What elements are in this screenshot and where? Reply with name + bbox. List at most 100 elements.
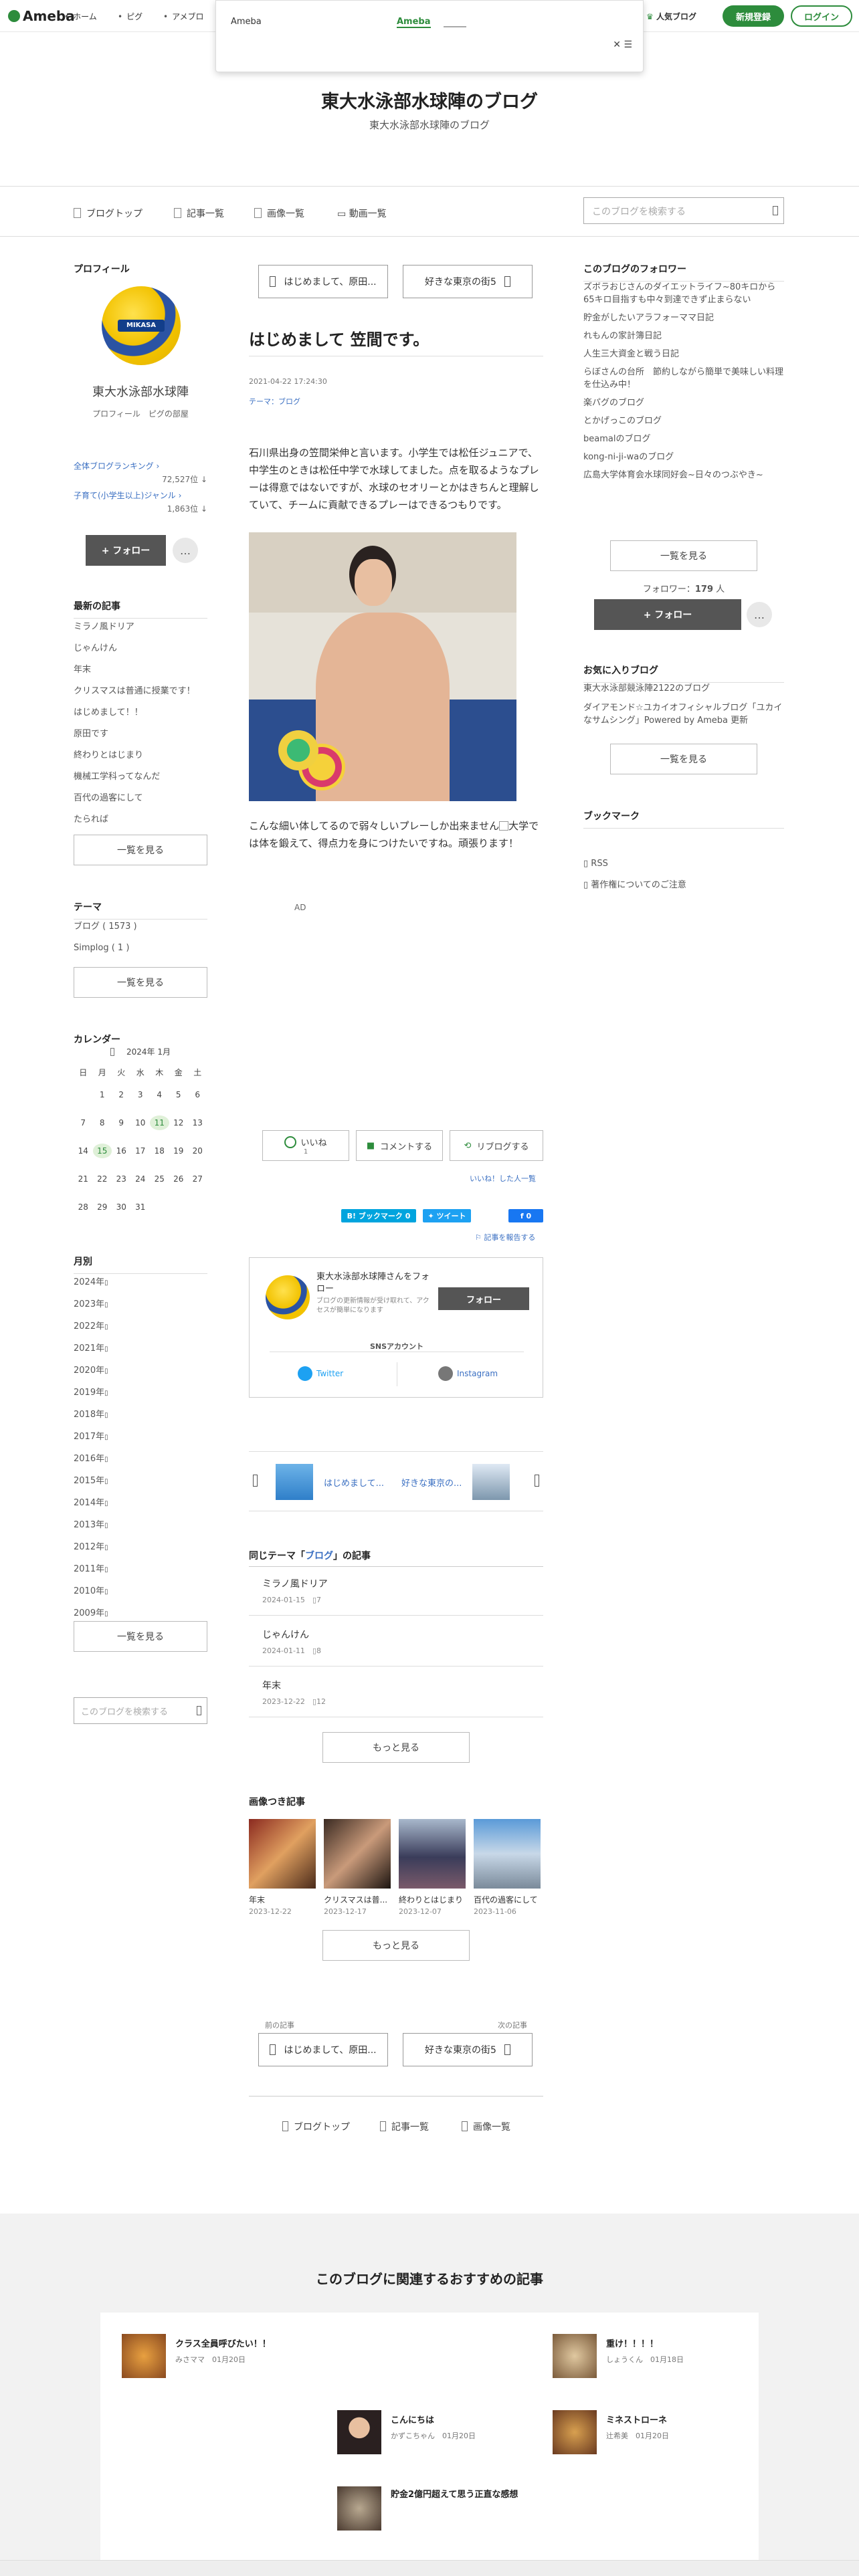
mini-next-entry[interactable]: 好きな東京の... [401,1464,510,1500]
profile-link[interactable]: プロフィール [92,409,140,419]
expand-icon[interactable]: ▯ [104,1346,108,1353]
popup-close-icon[interactable]: ✕ ☰ [613,39,632,50]
expand-icon[interactable]: ▯ [104,1279,108,1287]
favorite-blog[interactable]: 東大水泳部競泳陣2122のブログ [583,683,710,693]
blognav-top[interactable]: ブログトップ [74,207,142,220]
article-theme-link[interactable]: テーマ：ブログ [249,396,300,407]
expand-icon[interactable]: ▯ [104,1434,108,1441]
same-theme-link[interactable]: ブログ [305,1551,333,1562]
hatena-bookmark-button[interactable]: B! ブックマーク 0 [341,1209,416,1222]
calendar-day[interactable]: 22 [93,1174,112,1184]
rec-thumb[interactable] [122,2334,166,2378]
image-posts-more-button[interactable]: もっと見る [322,1930,470,1961]
blognav-images[interactable]: 画像一覧 [254,207,304,220]
search-icon[interactable] [197,1706,201,1715]
mini-prev-entry[interactable]: はじめまして... [276,1464,384,1500]
expand-icon[interactable]: ▯ [104,1566,108,1574]
monthly-item[interactable]: 2019年▯ [74,1382,207,1404]
monthly-item[interactable]: 2022年▯ [74,1316,207,1338]
follower-blog[interactable]: 広島大学体育会水球同好会~日々のつぶやき~ [583,469,784,481]
right-follow-button[interactable]: + フォロー [594,599,741,630]
monthly-item[interactable]: 2021年▯ [74,1338,207,1360]
followers-more-button[interactable]: 一覧を見る [610,540,757,571]
instagram-link[interactable]: Instagram [438,1366,498,1381]
overall-ranking-link[interactable]: 全体ブログランキング › [74,460,159,471]
calendar-day[interactable]: 11 [150,1115,169,1130]
expand-icon[interactable]: ▯ [104,1323,108,1331]
signup-button[interactable]: 新規登録 [723,5,784,27]
report-link[interactable]: ⚐ 記事を報告する [475,1232,535,1243]
prev-entry-top[interactable]: はじめまして、原田... [258,265,388,298]
prev-month-icon[interactable] [110,1048,114,1056]
image-post-thumb[interactable] [249,1819,316,1889]
expand-icon[interactable]: ▯ [104,1301,108,1309]
expand-icon[interactable]: ▯ [104,1368,108,1375]
popular-blogs-link[interactable]: ♛ 人気ブログ [646,11,696,22]
calendar-day[interactable]: 23 [112,1174,131,1184]
same-theme-item[interactable]: 年末 2023-12-22 ▯12 [249,1672,543,1717]
expand-icon[interactable]: ▯ [104,1500,108,1507]
like-list-link[interactable]: いいね！した人一覧 [470,1173,536,1184]
blog-title[interactable]: 東大水泳部水球陣のブログ [0,87,859,113]
rss-link[interactable]: ▯ RSS [583,859,608,869]
comment-button[interactable]: ■ コメントする [356,1130,443,1161]
next-arrow-icon[interactable] [535,1475,539,1487]
blognav-entries[interactable]: 記事一覧 [174,207,224,220]
nav-home[interactable]: ホーム [64,11,97,22]
login-button[interactable]: ログイン [791,5,852,27]
image-post-thumb[interactable] [474,1819,541,1889]
follower-blog[interactable]: 貯金がしたいアラフォーママ日記 [583,312,784,324]
follower-blog[interactable]: kong-ni-ji-waのブログ [583,451,784,463]
calendar-day[interactable]: 26 [169,1174,189,1184]
rec-title[interactable]: 貯金2億円超えて思う正直な感想 [391,2489,545,2501]
rec-thumb[interactable] [337,2486,381,2531]
calendar-day[interactable]: 20 [188,1146,207,1156]
expand-icon[interactable]: ▯ [104,1456,108,1463]
calendar-day[interactable]: 6 [188,1090,207,1099]
recent-item[interactable]: 年末 [74,665,91,675]
follower-blog[interactable]: ズボラおじさんのダイエットライフ~80キロから65キロ目指すも中々到達できず止ま… [583,281,784,306]
calendar-day[interactable]: 24 [131,1174,151,1184]
follower-blog[interactable]: 人生三大資金と戦う日記 [583,348,784,360]
rec-title[interactable]: こんにちは [391,2413,434,2426]
blognav-videos[interactable]: ▭ 動画一覧 [337,207,387,220]
recent-item[interactable]: 原田です [74,729,108,739]
monthly-item[interactable]: 2010年▯ [74,1581,207,1603]
nav-ameblo[interactable]: アメブロ [163,11,203,22]
nav-pigg[interactable]: ピグ [118,11,142,22]
calendar-day[interactable]: 10 [131,1118,151,1128]
popup-ameba-tab[interactable]: Ameba [397,17,431,28]
monthly-item[interactable]: 2020年▯ [74,1360,207,1382]
more-options-icon[interactable]: … [173,538,198,563]
follower-blog[interactable]: beamalのブログ [583,433,784,445]
sidebar-search-input[interactable]: このブログを検索する [74,1697,207,1724]
image-post-thumb[interactable] [324,1819,391,1889]
expand-icon[interactable]: ▯ [104,1610,108,1618]
footer-blog-top[interactable]: ブログトップ [282,2120,350,2133]
copyright-link[interactable]: ▯ 著作権についてのご注意 [583,877,686,890]
image-post-title[interactable]: 終わりとはじまり [399,1894,466,1905]
same-theme-more-button[interactable]: もっと見る [322,1732,470,1763]
monthly-item[interactable]: 2017年▯ [74,1426,207,1448]
calendar-day[interactable]: 25 [150,1174,169,1184]
calendar-day[interactable]: 1 [93,1090,112,1099]
prev-entry-bottom[interactable]: はじめまして、原田... [258,2033,388,2066]
monthly-item[interactable]: 2016年▯ [74,1448,207,1471]
expand-icon[interactable]: ▯ [104,1390,108,1397]
recent-item[interactable]: じゃんけん [74,643,117,653]
expand-icon[interactable]: ▯ [104,1522,108,1529]
monthly-item[interactable]: 2013年▯ [74,1515,207,1537]
monthly-item[interactable]: 2012年▯ [74,1537,207,1559]
calendar-day[interactable]: 15 [92,1144,112,1158]
monthly-item[interactable]: 2024年▯ [74,1272,207,1294]
profile-name[interactable]: 東大水泳部水球陣 [74,383,207,400]
calendar-day[interactable]: 12 [169,1118,189,1128]
calendar-day[interactable]: 14 [74,1146,93,1156]
expand-icon[interactable]: ▯ [104,1588,108,1596]
calendar-day[interactable]: 19 [169,1146,189,1156]
genre-ranking-link[interactable]: 子育て(小学生以上)ジャンル › [74,490,181,501]
calendar-day[interactable]: 4 [150,1090,169,1099]
recent-item[interactable]: 百代の過客にして [74,793,143,803]
calendar-day[interactable]: 27 [188,1174,207,1184]
profile-avatar[interactable]: MIKASA [102,286,181,365]
